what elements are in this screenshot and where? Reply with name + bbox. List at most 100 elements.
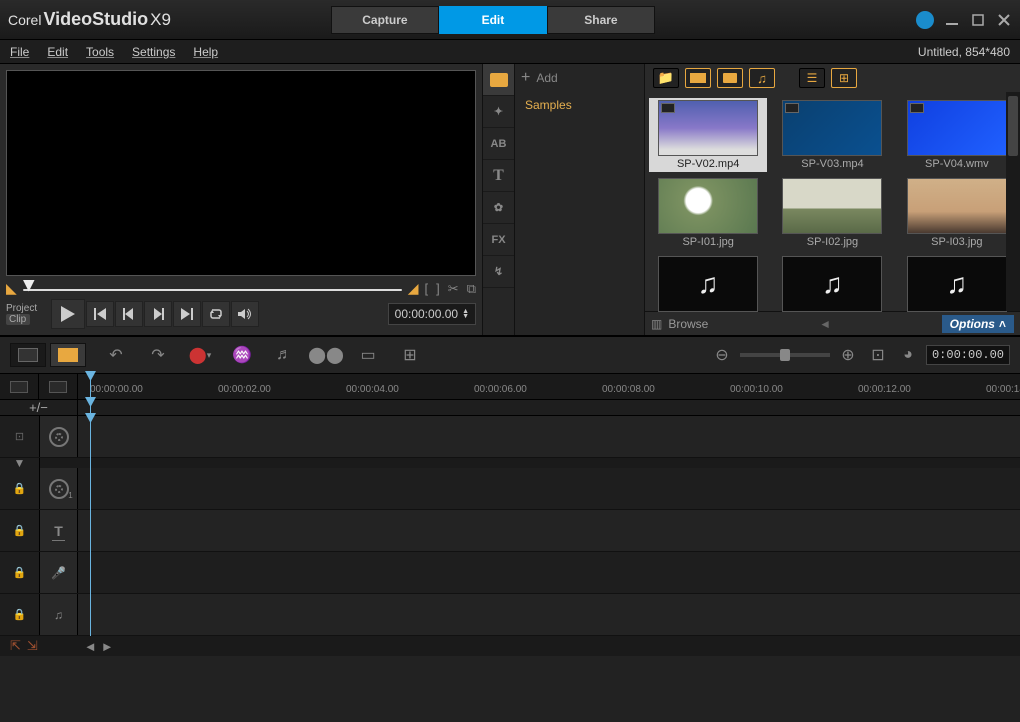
next-frame-button[interactable] (144, 301, 172, 327)
maximize-icon[interactable] (970, 12, 986, 28)
lib-tab-fx[interactable]: FX (483, 224, 514, 256)
filter-video-button[interactable] (685, 68, 711, 88)
mark-in-icon[interactable]: [ (425, 281, 429, 297)
lib-tab-graphic[interactable]: T (483, 160, 514, 192)
track-body-title1[interactable] (78, 510, 1020, 551)
timecode-spinner[interactable]: ▲▼ (462, 309, 469, 319)
track-gutter-title1[interactable]: 🔒 (0, 510, 40, 551)
mark-out-icon[interactable]: ] (436, 281, 440, 297)
list-view-button[interactable]: ☰ (799, 68, 825, 88)
track-body-overlay1[interactable] (78, 468, 1020, 509)
nav-right[interactable]: ► (101, 639, 114, 654)
track-icon-title1[interactable]: T (40, 510, 78, 551)
mode-tab-edit[interactable]: Edit (439, 6, 547, 34)
zoom-slider[interactable] (740, 353, 830, 357)
volume-button[interactable] (231, 301, 259, 327)
cut-icon[interactable]: ✂ (448, 281, 459, 297)
timeline-view-button[interactable] (50, 343, 86, 367)
menu-help[interactable]: Help (193, 45, 218, 59)
scrubber[interactable] (23, 282, 402, 296)
menu-settings[interactable]: Settings (132, 45, 175, 59)
library-item[interactable]: SP-V04.wmv (898, 98, 1016, 172)
library-item[interactable]: SP-V03.mp4 (773, 98, 891, 172)
lib-tab-title[interactable]: AB (483, 128, 514, 160)
add-remove-tracks[interactable]: +/− (0, 400, 78, 415)
playback-mode-labels[interactable]: Project Clip (6, 303, 50, 325)
grid-view-button[interactable]: ⊞ (831, 68, 857, 88)
prev-frame-button[interactable] (115, 301, 143, 327)
mode-tab-share[interactable]: Share (547, 6, 655, 34)
library-item[interactable]: SP-V02.mp4 (649, 98, 767, 172)
add-folder-button[interactable]: + Add (515, 64, 644, 92)
library-grid[interactable]: SP-V02.mp4SP-V03.mp4SP-V04.wmv SP-I01.jpg… (645, 92, 1020, 322)
track-expand-toggle[interactable]: ▼ (0, 458, 40, 468)
library-item[interactable]: SP-I01.jpg (649, 176, 767, 250)
library-item[interactable]: SP-I02.jpg (773, 176, 891, 250)
lib-tab-filter[interactable]: ✿ (483, 192, 514, 224)
multi-trim-button[interactable]: ⬤⬤ (314, 343, 338, 367)
audio-mixer-button[interactable]: ♒ (230, 343, 254, 367)
undo-button[interactable]: ↶ (104, 343, 128, 367)
track-icon-voice[interactable]: 🎤 (40, 552, 78, 593)
menu-file[interactable]: File (10, 45, 29, 59)
mark-out-handle[interactable]: ◢ (408, 280, 419, 297)
project-timecode[interactable]: 0:00:00.00 (926, 345, 1010, 365)
subtitle-button[interactable]: ▭ (356, 343, 380, 367)
mode-tab-capture[interactable]: Capture (331, 6, 439, 34)
track-gutter-voice[interactable]: 🔒 (0, 552, 40, 593)
multicam-button[interactable]: ⊞ (398, 343, 422, 367)
preview-display[interactable] (6, 70, 476, 276)
track-body-music[interactable] (78, 594, 1020, 635)
close-icon[interactable] (996, 12, 1012, 28)
track-icon-overlay1[interactable]: 1 (40, 468, 78, 509)
storyboard-view-button[interactable] (10, 343, 46, 367)
menu-tools[interactable]: Tools (86, 45, 114, 59)
library-scrollbar[interactable] (1006, 92, 1020, 311)
play-button[interactable] (51, 299, 85, 329)
fit-project-button[interactable]: ⊡ (866, 343, 890, 367)
project-duration-icon[interactable]: ◕ (896, 343, 920, 367)
filter-audio-button[interactable]: ♫ (749, 68, 775, 88)
mark-in-handle[interactable]: ◣ (6, 280, 17, 297)
snapshot-icon[interactable]: ⧉ (467, 281, 476, 297)
menu-edit[interactable]: Edit (47, 45, 68, 59)
folder-samples[interactable]: Samples (515, 92, 644, 118)
track-gutter-overlay1[interactable]: 🔒 (0, 468, 40, 509)
track-gutter-music[interactable]: 🔒 (0, 594, 40, 635)
lib-tab-transition[interactable]: ✦ (483, 96, 514, 128)
timeline-playhead[interactable] (90, 374, 91, 399)
library-item[interactable]: ♫ (649, 254, 767, 316)
status-icon-a[interactable]: ⇱ (10, 638, 21, 654)
minimize-icon[interactable] (944, 12, 960, 28)
status-icon-b[interactable]: ⇲ (27, 638, 38, 654)
library-item[interactable]: ♫ (898, 254, 1016, 316)
zoom-in-button[interactable]: ⊕ (836, 343, 860, 367)
logo-corel: Corel (8, 12, 41, 28)
library-item[interactable]: ♫ (773, 254, 891, 316)
library-item[interactable]: SP-I03.jpg (898, 176, 1016, 250)
zoom-handle[interactable] (780, 349, 790, 361)
timecode-display[interactable]: 00:00:00.00 ▲▼ (388, 303, 476, 325)
scrollbar-thumb[interactable] (1008, 96, 1018, 156)
filter-photo-button[interactable] (717, 68, 743, 88)
web-icon[interactable] (916, 11, 934, 29)
ruler-mode-b[interactable] (39, 374, 78, 399)
track-body-video1[interactable] (78, 416, 1020, 457)
nav-left[interactable]: ◄ (84, 639, 97, 654)
track-body-voice[interactable] (78, 552, 1020, 593)
import-button[interactable]: 📁 (653, 68, 679, 88)
timeline-ruler[interactable]: 00:00:00.0000:00:02.0000:00:04.0000:00:0… (78, 374, 1020, 399)
zoom-out-button[interactable]: ⊖ (710, 343, 734, 367)
track-icon-video1[interactable] (40, 416, 78, 457)
ruler-mode-a[interactable] (0, 374, 39, 399)
track-icon-music[interactable]: ♫ (40, 594, 78, 635)
repeat-button[interactable] (202, 301, 230, 327)
go-end-button[interactable] (173, 301, 201, 327)
lib-tab-path[interactable]: ↯ (483, 256, 514, 288)
track-gutter-video1[interactable]: ⊡ (0, 416, 40, 457)
lib-tab-media[interactable] (483, 64, 514, 96)
auto-music-button[interactable]: ♬ (272, 343, 296, 367)
go-start-button[interactable] (86, 301, 114, 327)
redo-button[interactable]: ↷ (146, 343, 170, 367)
record-button[interactable]: ⬤▾ (188, 343, 212, 367)
